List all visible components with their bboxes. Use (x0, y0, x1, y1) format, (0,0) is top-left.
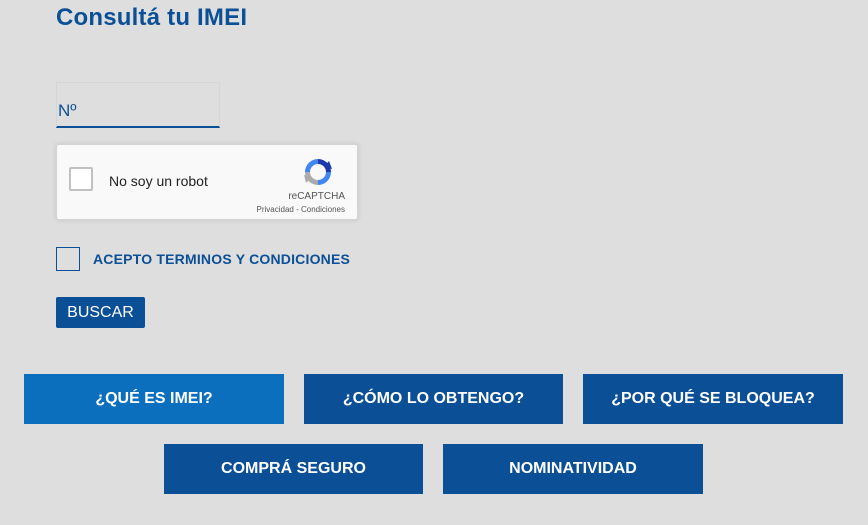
recaptcha-brand: reCAPTCHA (288, 191, 345, 202)
recaptcha-label: No soy un robot (109, 173, 208, 189)
imei-page: Consultá tu IMEI No soy un robot reCAPTC… (0, 0, 868, 525)
recaptcha-terms-link[interactable]: Privacidad - Condiciones (257, 205, 346, 214)
nominativity-button[interactable]: NOMINATIVIDAD (443, 444, 703, 494)
why-blocked-button[interactable]: ¿POR QUÉ SE BLOQUEA? (583, 374, 843, 424)
imei-field[interactable] (56, 82, 220, 128)
recaptcha-widget: No soy un robot reCAPTCHA Privacidad - C… (56, 144, 358, 220)
how-to-get-button[interactable]: ¿CÓMO LO OBTENGO? (304, 374, 563, 424)
recaptcha-checkbox[interactable] (69, 167, 93, 191)
page-title: Consultá tu IMEI (56, 4, 248, 31)
buy-safe-button[interactable]: COMPRÁ SEGURO (164, 444, 423, 494)
imei-input[interactable] (57, 98, 218, 124)
what-is-imei-button[interactable]: ¿QUÉ ES IMEI? (24, 374, 284, 424)
terms-checkbox[interactable] (56, 247, 80, 271)
terms-label[interactable]: ACEPTO TERMINOS Y CONDICIONES (93, 251, 350, 267)
search-button[interactable]: BUSCAR (56, 297, 145, 328)
recaptcha-icon (304, 159, 332, 185)
